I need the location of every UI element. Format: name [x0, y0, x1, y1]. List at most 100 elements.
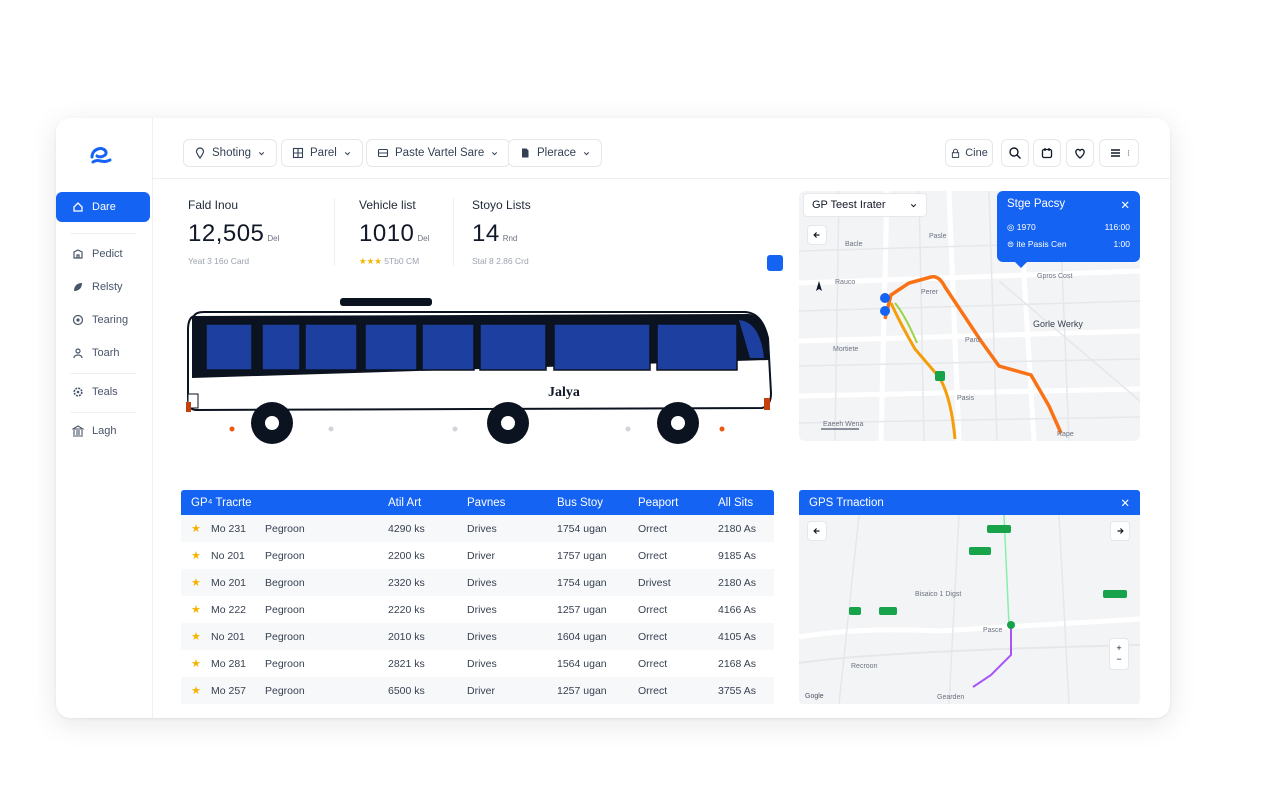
clock-icon: ◎ [1007, 222, 1017, 232]
expand-chip[interactable] [767, 255, 783, 271]
table-row[interactable]: ★ No 201 Pegroon 2200 ks Driver 1757 uga… [181, 542, 774, 569]
cell-distance: 2200 ks [388, 549, 425, 562]
gps-map-panel[interactable]: GPS Trnaction ✕ + − Bisaico 1 Digst Recr… [799, 490, 1140, 704]
filter-plerace[interactable]: Plerace [508, 139, 602, 167]
filter-label: Parel [310, 147, 337, 159]
map-label: Rauco [835, 279, 856, 286]
cell-stop: 1564 ugan [557, 657, 607, 670]
more-vertical-icon [1127, 150, 1129, 156]
filter-shoting[interactable]: Shoting [183, 139, 278, 167]
search-button[interactable] [1001, 139, 1029, 167]
cell-report: Drivest [638, 576, 671, 589]
table-row[interactable]: ★ Mo 222 Pegroon 2220 ks Drives 1257 uga… [181, 596, 774, 623]
map-label: Pasis [957, 395, 975, 402]
sidebar-item-teals[interactable]: Teals [56, 377, 150, 407]
map-label: Recroon [851, 663, 878, 670]
bus-name: Jalya [548, 385, 580, 400]
stat-unit: Del [417, 234, 430, 243]
filter-parel[interactable]: Parel [281, 139, 363, 167]
sidebar-item-relsty[interactable]: Relsty [56, 272, 150, 302]
sidebar-item-pedict[interactable]: Pedict [56, 239, 150, 269]
people-icon [73, 348, 83, 359]
zoom-in-icon[interactable]: + [1116, 643, 1121, 654]
stop-card-text: 1970 [1016, 222, 1036, 232]
cell-id: Mo 201 [211, 576, 247, 589]
map-zoom-control[interactable]: + − [1109, 638, 1129, 670]
sidebar-item-label: Dare [92, 201, 116, 213]
divider [70, 412, 136, 413]
logo-icon [90, 147, 112, 164]
table-row[interactable]: ★ Mo 231 Pegroon 4290 ks Drives 1754 uga… [181, 515, 774, 542]
table-row[interactable]: ★ Mo 257 Pegroon 6500 ks Driver 1257 uga… [181, 677, 774, 704]
map-layer-dropdown[interactable]: GP Teest Irater [803, 193, 927, 217]
map-label: Perer [921, 289, 939, 296]
cell-distance: 2821 ks [388, 657, 425, 670]
calendar-button[interactable] [1033, 139, 1061, 167]
star-icon[interactable]: ★ [181, 549, 211, 562]
star-icon[interactable]: ★ [181, 603, 211, 616]
close-icon[interactable]: ✕ [1120, 198, 1130, 212]
cell-route: Pegroon [265, 684, 305, 697]
cell-sits: 2168 As [718, 657, 756, 670]
sidebar-item-lagh[interactable]: Lagh [56, 416, 150, 446]
lock-icon [952, 148, 960, 158]
filter-paste-vartel[interactable]: Paste Vartel Sare [366, 139, 511, 167]
cine-button[interactable]: Cine [945, 139, 993, 167]
route-map[interactable]: GP Teest Irater Stge Pacsy ✕ ◎ 1970 116:00… [799, 191, 1140, 441]
cell-stop: 1257 ugan [557, 603, 607, 616]
star-icon[interactable]: ★ [181, 684, 211, 697]
stat-unit: Rnd [502, 234, 518, 243]
divider [453, 198, 454, 266]
bus-wheel [657, 402, 699, 444]
star-icon[interactable]: ★ [181, 576, 211, 589]
target-icon [72, 314, 84, 326]
sidebar-item-dare[interactable]: Dare [56, 192, 150, 222]
map-back-button[interactable] [807, 521, 827, 541]
map-forward-button[interactable] [1110, 521, 1130, 541]
zoom-out-icon[interactable]: − [1116, 654, 1121, 665]
column-header[interactable]: Atil Art [388, 497, 467, 509]
stop-info-card[interactable]: Stge Pacsy ✕ ◎ 1970 116:00 ⊜ ite Pasis Cen… [997, 191, 1140, 268]
stat-label: Stoyo Lists [472, 198, 531, 212]
stat-sub: Stal 8 2.86 Crd [472, 256, 529, 266]
close-icon[interactable]: ✕ [1120, 496, 1130, 510]
column-header[interactable]: GP⁴ Tracrte [181, 497, 388, 509]
cell-sits: 2180 As [718, 522, 756, 535]
cell-distance: 6500 ks [388, 684, 425, 697]
stat-number: 1010 [359, 220, 415, 247]
stat-number: 14 [472, 220, 500, 247]
star-icon[interactable]: ★ [181, 630, 211, 643]
menu-button[interactable] [1099, 139, 1139, 167]
sidebar-item-toarh[interactable]: Toarh [56, 338, 150, 368]
stop-card-title: Stge Pacsy [1007, 198, 1066, 210]
calendar-icon [1041, 148, 1053, 159]
column-header[interactable]: Bus Stoy [557, 497, 638, 509]
dropdown-label: GP Teest Irater [812, 199, 886, 211]
table-row[interactable]: ★ No 201 Pegroon 2010 ks Drives 1604 uga… [181, 623, 774, 650]
star-icon[interactable]: ★ [181, 657, 211, 670]
map-label: Pasce [983, 627, 1003, 634]
column-header[interactable]: Pavnes [467, 497, 557, 509]
gear-icon [73, 387, 83, 397]
column-header[interactable]: All Sits [718, 497, 774, 509]
stat-value: 12,505 Del [188, 220, 279, 248]
column-header[interactable]: Peaport [638, 497, 718, 509]
document-icon [522, 148, 529, 158]
stat-value: 1010 Del [359, 220, 429, 248]
sidebar: Dare Pedict Relsty Tearing Toarh Teals L… [56, 118, 153, 718]
divider [334, 198, 335, 266]
favorites-button[interactable] [1066, 139, 1094, 167]
cell-report: Orrect [638, 522, 668, 535]
table-row[interactable]: ★ Mo 281 Pegroon 2821 ks Drives 1564 uga… [181, 650, 774, 677]
star-icon[interactable]: ★ [181, 522, 211, 535]
cell-role: Drives [467, 630, 497, 643]
sidebar-item-tearing[interactable]: Tearing [56, 305, 150, 335]
cell-role: Drives [467, 576, 497, 589]
map-label: Pasle [929, 233, 947, 240]
cell-sits: 3755 As [718, 684, 756, 697]
cell-id: Mo 231 [211, 522, 247, 535]
table-row[interactable]: ★ Mo 201 Begroon 2320 ks Drives 1754 uga… [181, 569, 774, 596]
stat-sub: Yeat 3 16o Card [188, 256, 250, 266]
stat-sub-text: 5Tb0 CM [384, 256, 420, 266]
map-back-button[interactable] [807, 225, 827, 245]
